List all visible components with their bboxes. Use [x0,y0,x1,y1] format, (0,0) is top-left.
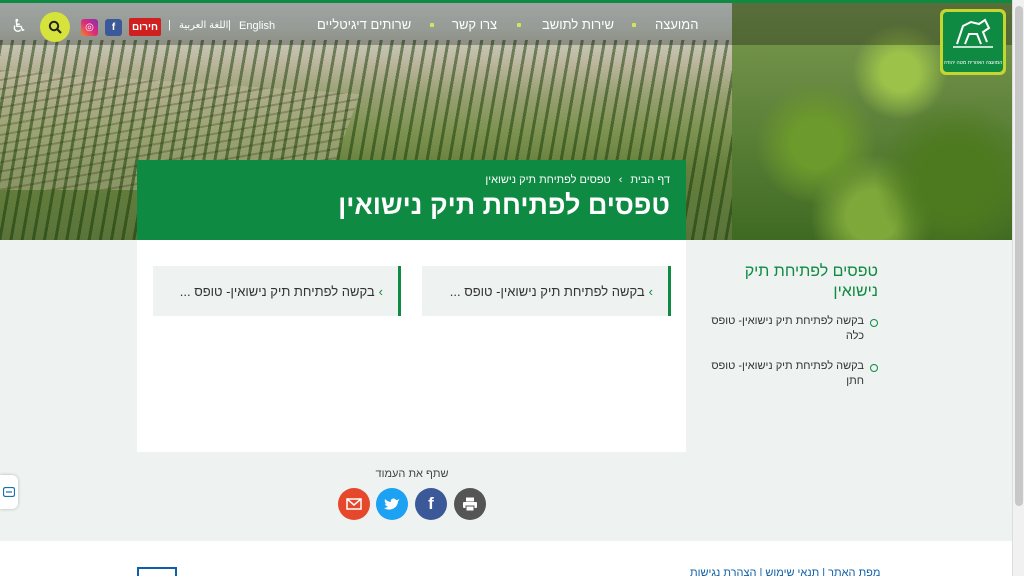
facebook-icon: f [428,494,434,513]
page: המועצה שירות לתושב צרו קשר שרותים דיגיטל… [0,0,1012,576]
lang-arabic-link[interactable]: اللغة العربية [179,20,228,31]
footer: מפת האתר | תנאי שימוש | הצהרת נגישות [0,541,1012,576]
content-card: › בקשה לפתיחת תיק נישואין- טופס ... › בק… [137,240,686,452]
emergency-button[interactable]: חירום [129,18,161,36]
page-scrollbar[interactable] [1012,0,1024,576]
lang-english-link[interactable]: English [239,20,275,32]
sidebar-item-groom-form[interactable]: בקשה לפתיחת תיק נישואין- טופס חתן [700,359,878,389]
share-email-button[interactable] [338,488,370,520]
form-tile-2[interactable]: › בקשה לפתיחת תיק נישואין- טופס ... [153,266,401,316]
nav-item-resident-services[interactable]: שירות לתושב [542,17,614,32]
twitter-bird-icon [384,498,400,510]
nav-divider-dot [517,23,521,27]
top-nav-bar: המועצה שירות לתושב צרו קשר שרותים דיגיטל… [0,3,1012,45]
scrollbar-thumb[interactable] [1015,6,1023,506]
logo-text: המועצה האזורית מטה יהודה [943,60,1003,66]
share-facebook-button[interactable]: f [415,488,447,520]
breadcrumb-current: טפסים לפתיחת תיק נישואין [485,174,611,186]
bullet-circle-icon [870,319,878,327]
share-twitter-button[interactable] [376,488,408,520]
nav-item-digital-services[interactable]: שרותים דיגיטליים [317,17,411,32]
nav-divider-dot [632,23,636,27]
breadcrumb: דף הבית › טפסים לפתיחת תיק נישואין [153,174,670,186]
nav-item-contact[interactable]: צרו קשר [452,17,497,32]
sidebar-item-label: בקשה לפתיחת תיק נישואין- טופס כלה [711,315,864,342]
chevron-left-icon: › [378,283,383,299]
facebook-icon[interactable]: f [105,19,122,36]
accessibility-icon[interactable]: ♿ [11,16,27,37]
widget-icon [3,487,15,497]
accessibility-widget-tab[interactable] [0,475,18,509]
form-tile-1[interactable]: › בקשה לפתיחת תיק נישואין- טופס ... [422,266,671,316]
footer-logo-icon [137,567,177,576]
lang-separator: | [168,19,171,31]
search-button[interactable] [40,12,70,42]
lion-emblem-icon [953,18,993,48]
printer-icon [463,497,477,511]
tile-accent-bar [398,266,401,316]
chevron-left-icon: › [648,283,653,299]
form-tile-label: בקשה לפתיחת תיק נישואין- טופס ... [179,283,375,299]
footer-links[interactable]: מפת האתר | תנאי שימוש | הצהרת נגישות [690,567,880,576]
sidebar-item-bride-form[interactable]: בקשה לפתיחת תיק נישואין- טופס כלה [700,314,878,344]
bullet-circle-icon [870,364,878,372]
tile-accent-bar [668,266,671,316]
form-tile-label: בקשה לפתיחת תיק נישואין- טופס ... [449,283,645,299]
nav-item-council[interactable]: המועצה [655,17,698,32]
council-logo[interactable]: המועצה האזורית מטה יהודה [940,9,1006,75]
breadcrumb-home-link[interactable]: דף הבית [631,174,670,186]
search-icon [48,20,62,34]
sidebar-title: טפסים לפתיחת תיק נישואין [744,263,878,300]
breadcrumb-separator: › [618,174,623,186]
page-title: טפסים לפתיחת תיק נישואין [338,190,670,220]
print-button[interactable] [454,488,486,520]
instagram-icon[interactable]: ◎ [81,19,98,36]
envelope-icon [346,498,362,510]
logo-emblem: המועצה האזורית מטה יהודה [943,12,1003,72]
share-label: שתף את העמוד [375,468,449,480]
nav-divider-dot [430,23,434,27]
page-header-block: דף הבית › טפסים לפתיחת תיק נישואין טפסים… [137,160,686,240]
sidebar-item-label: בקשה לפתיחת תיק נישואין- טופס חתן [711,360,864,387]
